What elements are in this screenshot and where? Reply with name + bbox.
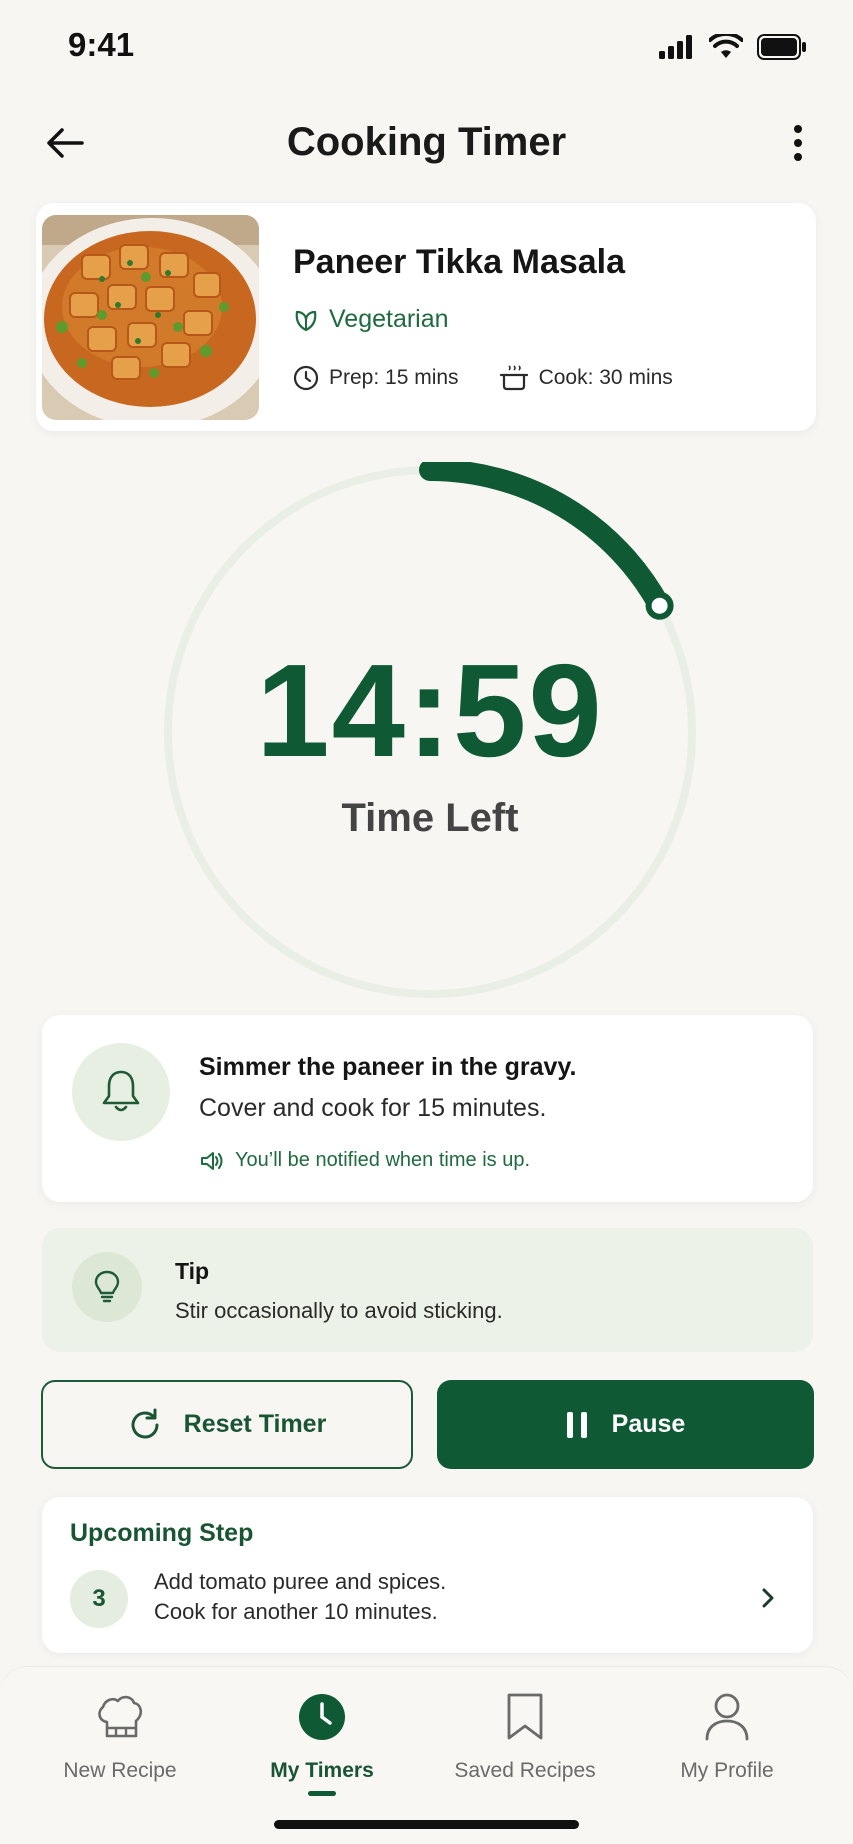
more-vertical-icon — [794, 125, 802, 161]
upcoming-line-2: Cook for another 10 minutes. — [154, 1599, 438, 1624]
tip-badge — [72, 1252, 142, 1322]
upcoming-title: Upcoming Step — [70, 1519, 254, 1547]
more-options-button[interactable] — [773, 118, 823, 168]
cook-time: Cook: 30 mins — [499, 364, 673, 392]
chevron-right-icon[interactable] — [753, 1583, 783, 1613]
clock-icon — [293, 365, 319, 391]
tab-saved-recipes[interactable]: Saved Recipes — [435, 1689, 615, 1799]
pot-icon — [499, 365, 528, 391]
recipe-card[interactable]: Paneer Tikka Masala Vegetarian Prep: 15 … — [36, 203, 816, 431]
battery-icon — [757, 34, 806, 60]
tab-new-recipe[interactable]: New Recipe — [30, 1689, 210, 1799]
reset-timer-label: Reset Timer — [183, 1410, 327, 1438]
pause-icon — [566, 1411, 587, 1438]
speaker-icon — [201, 1151, 223, 1170]
prep-time-label: Prep: 15 mins — [329, 366, 459, 389]
recipe-name: Paneer Tikka Masala — [293, 243, 626, 281]
upcoming-line-1: Add tomato puree and spices. — [154, 1569, 447, 1594]
bottom-tab-bar: New Recipe My Timers Saved Recipes My Pr… — [0, 1666, 853, 1844]
step-number-badge: 3 — [70, 1570, 128, 1628]
upcoming-step-card[interactable]: Upcoming Step 3 Add tomato puree and spi… — [42, 1497, 813, 1653]
pause-button[interactable]: Pause — [437, 1380, 814, 1469]
bell-badge — [72, 1043, 170, 1141]
clock-icon — [294, 1689, 350, 1745]
home-indicator — [274, 1820, 579, 1829]
nav-header: Cooking Timer — [0, 100, 853, 184]
step-title: Simmer the paneer in the gravy. — [199, 1053, 577, 1081]
user-icon — [699, 1689, 755, 1745]
tab-label-my-profile: My Profile — [680, 1759, 774, 1782]
pause-label: Pause — [611, 1410, 686, 1438]
tab-label-saved-recipes: Saved Recipes — [454, 1759, 596, 1782]
status-bar: 9:41 — [0, 0, 853, 95]
tab-label-my-timers: My Timers — [270, 1759, 374, 1782]
wifi-icon — [709, 34, 743, 58]
timer-label: Time Left — [341, 796, 519, 840]
tab-my-profile[interactable]: My Profile — [637, 1689, 817, 1799]
timer-value: 14:59 — [256, 637, 604, 784]
tab-label-new-recipe: New Recipe — [63, 1759, 177, 1782]
notification-note: You’ll be notified when time is up. — [199, 1149, 530, 1172]
lightbulb-icon — [94, 1270, 120, 1303]
current-step-card: Simmer the paneer in the gravy. Cover an… — [42, 1015, 813, 1202]
active-tab-indicator — [308, 1791, 336, 1796]
notification-text: You’ll be notified when time is up. — [235, 1149, 530, 1171]
page-title: Cooking Timer — [286, 120, 567, 164]
timer-progress-arc — [419, 462, 671, 617]
prep-time: Prep: 15 mins — [293, 365, 459, 391]
signal-icon — [659, 35, 692, 59]
countdown-timer: 14:59 Time Left — [160, 462, 700, 1002]
recipe-image — [42, 215, 259, 420]
refresh-icon — [131, 1408, 159, 1438]
tip-card: Tip Stir occasionally to avoid sticking. — [42, 1228, 813, 1352]
reset-timer-button[interactable]: Reset Timer — [41, 1380, 413, 1469]
status-icons — [659, 30, 807, 64]
diet-tag: Vegetarian — [293, 305, 449, 334]
tip-text: Stir occasionally to avoid sticking. — [175, 1298, 503, 1323]
timer-progress-knob — [645, 591, 674, 620]
diet-label: Vegetarian — [329, 305, 449, 333]
bookmark-icon — [497, 1689, 553, 1745]
chef-hat-icon — [92, 1689, 148, 1745]
bell-icon — [102, 1070, 140, 1112]
tip-title: Tip — [175, 1258, 210, 1284]
step-description: Cover and cook for 15 minutes. — [199, 1094, 547, 1122]
status-time: 9:41 — [68, 26, 135, 63]
cook-time-label: Cook: 30 mins — [538, 366, 673, 389]
recipe-meta: Prep: 15 mins Cook: 30 mins — [293, 364, 713, 392]
tab-my-timers[interactable]: My Timers — [232, 1689, 412, 1799]
leaf-icon — [295, 310, 317, 331]
